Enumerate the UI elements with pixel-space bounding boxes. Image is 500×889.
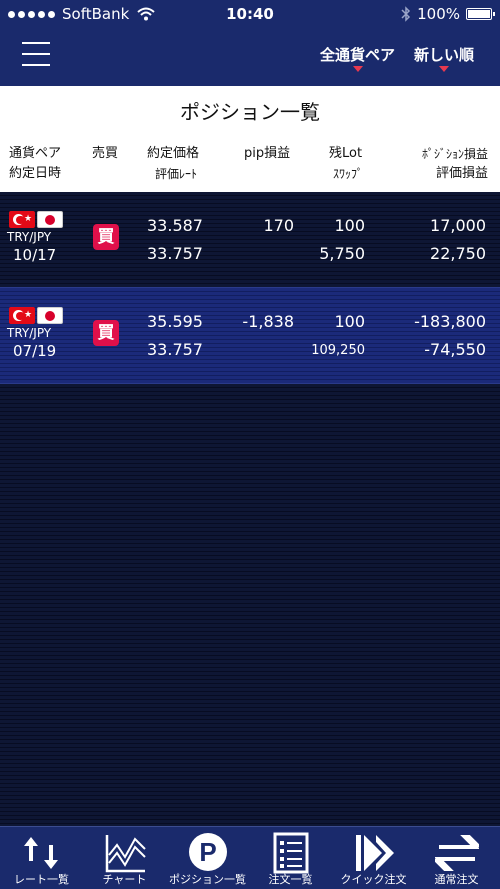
turkey-flag-icon: ★ — [9, 307, 35, 324]
tab-bar: レート一覧 チャート P ポジション一覧 注文一覧 クイック注文 通常注文 — [0, 826, 500, 889]
order-list-icon — [273, 832, 308, 874]
tab-label: 通常注文 — [434, 873, 479, 886]
eval-pl: -74,550 — [424, 340, 486, 359]
turkey-flag-icon: ★ — [9, 211, 35, 228]
battery-icon — [466, 8, 495, 20]
column-rate-label: 評価ﾚｰﾄ — [155, 167, 198, 181]
caret-down-icon — [352, 66, 363, 72]
position-list[interactable]: ★ TRY/JPY 10/17 買 33.587 33.757 170 100 … — [0, 192, 500, 826]
svg-text:P: P — [199, 837, 216, 867]
position-icon: P — [188, 833, 227, 871]
tab-label: チャート — [102, 873, 147, 886]
column-price: 約定価格 評価ﾚｰﾄ — [147, 144, 199, 184]
tab-label: クイック注文 — [340, 873, 407, 886]
eval-pl: 22,750 — [430, 244, 486, 263]
trade-date: 07/19 — [13, 342, 57, 360]
column-date-label: 約定日時 — [9, 166, 62, 181]
tab-chart[interactable]: チャート — [83, 827, 166, 889]
caret-down-icon — [439, 66, 449, 72]
eval-rate: 33.757 — [147, 340, 203, 359]
pip-pl: -1,838 — [242, 312, 294, 331]
tab-label: レート一覧 — [14, 873, 69, 886]
list-header: ポジション一覧 通貨ペア 約定日時 売買 約定価格 評価ﾚｰﾄ pip損益 残L… — [0, 86, 500, 192]
currency-filter-label: 全通貨ペア — [320, 46, 396, 64]
rate-list-icon — [23, 837, 58, 869]
buy-badge: 買 — [93, 224, 119, 250]
bluetooth-icon — [401, 6, 411, 22]
japan-flag-icon — [37, 211, 63, 228]
pip-pl: 170 — [263, 216, 294, 235]
column-price-label: 約定価格 — [147, 146, 200, 161]
trade-date: 10/17 — [13, 246, 57, 264]
tab-label: ポジション一覧 — [169, 873, 246, 886]
buy-badge: 買 — [93, 320, 119, 346]
pair-label: TRY/JPY — [7, 326, 52, 340]
trade-price: 33.587 — [147, 216, 203, 235]
page-title: ポジション一覧 — [180, 100, 320, 124]
position-pl: -183,800 — [414, 312, 486, 331]
lot: 100 — [334, 216, 365, 235]
tab-order-list[interactable]: 注文一覧 — [249, 827, 332, 889]
column-side: 売買 — [92, 144, 118, 164]
tab-quick-order[interactable]: クイック注文 — [332, 827, 415, 889]
column-pair: 通貨ペア 約定日時 — [9, 144, 61, 184]
currency-flags: ★ — [9, 307, 63, 324]
column-pair-label: 通貨ペア — [9, 146, 62, 161]
swap: 5,750 — [319, 244, 365, 263]
column-pip-label: pip損益 — [244, 146, 291, 161]
nav-bar: 全通貨ペア 新しい順 — [0, 28, 500, 86]
tab-rate-list[interactable]: レート一覧 — [0, 827, 83, 889]
sort-filter-label: 新しい順 — [414, 46, 475, 64]
trade-price: 35.595 — [147, 312, 203, 331]
menu-icon[interactable] — [22, 42, 50, 68]
column-pl: ﾎﾟｼﾞｼｮﾝ損益 評価損益 — [404, 144, 488, 184]
battery-percent: 100% — [417, 5, 460, 23]
position-row[interactable]: ★ TRY/JPY 07/19 買 35.595 33.757 -1,838 1… — [0, 288, 500, 384]
tab-label: 注文一覧 — [268, 873, 313, 886]
column-eval-pl-label: 評価損益 — [435, 166, 488, 181]
currency-flags: ★ — [9, 211, 63, 228]
currency-filter-dropdown[interactable]: 全通貨ペア — [320, 44, 396, 72]
position-pl: 17,000 — [430, 216, 486, 235]
column-swap-label: ｽﾜｯﾌﾟ — [333, 167, 364, 181]
japan-flag-icon — [37, 307, 63, 324]
swap: 109,250 — [311, 343, 365, 358]
status-bar: SoftBank 10:40 100% — [0, 0, 500, 28]
column-lot: 残Lot ｽﾜｯﾌﾟ — [329, 144, 363, 184]
lot: 100 — [334, 312, 365, 331]
column-pip: pip損益 — [244, 144, 290, 164]
normal-order-icon — [434, 835, 479, 871]
column-lot-label: 残Lot — [329, 146, 363, 161]
column-side-label: 売買 — [92, 146, 119, 161]
tab-normal-order[interactable]: 通常注文 — [415, 827, 498, 889]
chart-icon — [105, 835, 146, 873]
sort-filter-dropdown[interactable]: 新しい順 — [414, 44, 475, 72]
row-divider — [0, 383, 500, 384]
eval-rate: 33.757 — [147, 244, 203, 263]
position-row[interactable]: ★ TRY/JPY 10/17 買 33.587 33.757 170 100 … — [0, 192, 500, 288]
quick-order-icon — [355, 835, 394, 871]
pair-label: TRY/JPY — [7, 230, 52, 244]
column-position-pl-label: ﾎﾟｼﾞｼｮﾝ損益 — [421, 147, 488, 161]
tab-position-list[interactable]: P ポジション一覧 — [166, 827, 249, 889]
